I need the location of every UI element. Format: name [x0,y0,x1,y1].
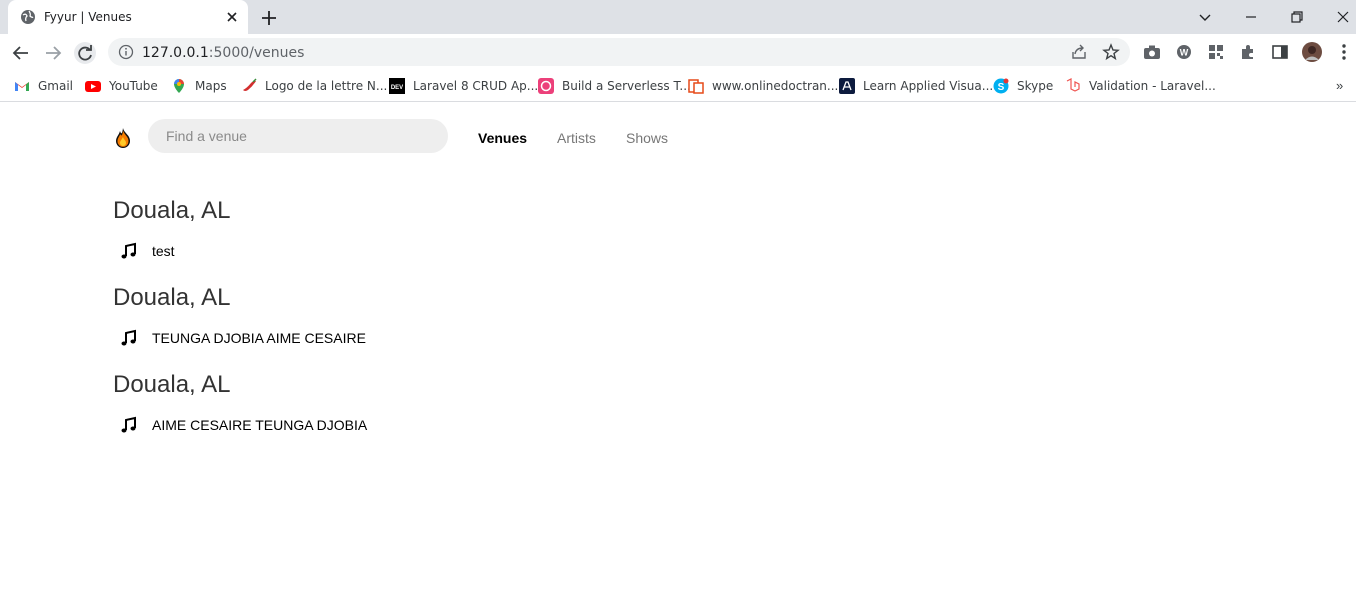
active-tab[interactable]: Fyyur | Venues [8,0,248,34]
venue-item[interactable]: AIME CESAIRE TEUNGA DJOBIA [120,415,367,435]
bookmark-label: Learn Applied Visua... [863,79,994,93]
bookmark-youtube[interactable]: YouTube [85,76,158,96]
bookmark-laravel-crud[interactable]: DEV Laravel 8 CRUD Ap... [389,76,538,96]
url-host: 127.0.0.1 [142,45,209,61]
maps-icon [174,79,184,93]
city-heading: Douala, AL [113,284,231,311]
bookmark-skype[interactable]: S Skype [993,76,1053,96]
venue-name: TEUNGA DJOBIA AIME CESAIRE [152,330,366,346]
dev-icon: DEV [389,78,405,94]
bookmark-learn-applied[interactable]: Learn Applied Visua... [839,76,993,96]
side-panel-icon[interactable] [1270,42,1290,62]
nav-artists[interactable]: Artists [557,130,596,146]
venue-search-input[interactable] [148,119,448,153]
venue-name: AIME CESAIRE TEUNGA DJOBIA [152,417,368,433]
close-icon[interactable] [224,9,240,25]
back-icon[interactable] [10,42,32,64]
city-heading: Douala, AL [113,197,231,224]
minimize-icon[interactable] [1240,6,1262,28]
chili-icon [243,78,257,91]
bookmark-onlinedoctranslator[interactable]: www.onlinedoctran... [688,76,838,96]
angular-icon [839,78,855,94]
address-bar[interactable]: 127.0.0.1:5000/venues [108,38,1130,66]
bookmark-label: Skype [1017,79,1054,93]
bookmark-label: Build a Serverless T... [562,79,691,93]
page-content: Venues Artists Shows Douala, AL test Dou… [0,103,1356,615]
bookmark-logo-lettre[interactable]: Logo de la lettre N... [241,76,387,96]
youtube-icon [85,81,101,92]
fire-logo-icon[interactable] [113,127,133,149]
skype-icon: S [993,78,1009,94]
url-text: 127.0.0.1:5000/venues [142,45,304,61]
forward-icon[interactable] [42,42,64,64]
bookmark-label: Logo de la lettre N... [265,79,388,93]
music-note-icon [121,242,136,259]
star-icon[interactable] [1102,43,1120,61]
svg-text:DEV: DEV [391,85,403,91]
laravel-icon [1066,78,1080,92]
bookmark-maps[interactable]: Maps [171,76,227,96]
bookmark-validation-laravel[interactable]: Validation - Laravel... [1065,76,1216,96]
music-note-icon [121,416,136,433]
doc-translate-icon [688,79,704,94]
bookmark-serverless[interactable]: Build a Serverless T... [538,76,691,96]
bookmark-gmail[interactable]: Gmail [14,76,73,96]
pink-square-icon [538,78,554,94]
bookmarks-more-button[interactable]: » [1336,78,1350,94]
music-note-icon [121,329,136,346]
extensions-puzzle-icon[interactable] [1238,42,1258,62]
camera-icon[interactable] [1142,42,1162,62]
tab-title: Fyyur | Venues [44,10,132,24]
wordpress-icon[interactable]: W [1174,42,1194,62]
bookmark-label: www.onlinedoctran... [712,79,839,93]
browser-toolbar: 127.0.0.1:5000/venues W [0,34,1356,70]
bookmark-label: Maps [195,79,227,93]
bookmark-label: Gmail [38,79,74,93]
nav-shows[interactable]: Shows [626,130,668,146]
profile-avatar[interactable] [1302,42,1322,62]
info-icon[interactable] [118,44,134,60]
city-heading: Douala, AL [113,371,231,398]
svg-text:W: W [1180,48,1189,58]
share-icon[interactable] [1070,43,1088,61]
qr-code-icon[interactable] [1206,42,1226,62]
venue-item[interactable]: TEUNGA DJOBIA AIME CESAIRE [120,328,366,348]
tab-strip: Fyyur | Venues [0,0,1356,34]
gmail-icon [15,82,29,91]
bookmark-label: Laravel 8 CRUD Ap... [413,79,539,93]
restore-icon[interactable] [1286,6,1308,28]
bookmark-label: Validation - Laravel... [1089,79,1216,93]
close-window-icon[interactable] [1332,6,1354,28]
bookmarks-bar: Gmail YouTube Maps Logo de la lettre N..… [0,70,1356,102]
svg-text:S: S [998,82,1005,93]
new-tab-button[interactable] [258,7,280,29]
more-menu-icon[interactable] [1334,42,1354,62]
venue-item[interactable]: test [120,241,175,261]
globe-icon [21,10,35,24]
nav-venues[interactable]: Venues [478,130,527,146]
venue-name: test [152,243,175,259]
chevron-down-icon[interactable] [1194,6,1216,28]
bookmark-label: YouTube [109,79,158,93]
url-path: :5000/venues [208,45,305,61]
reload-icon[interactable] [74,42,96,64]
